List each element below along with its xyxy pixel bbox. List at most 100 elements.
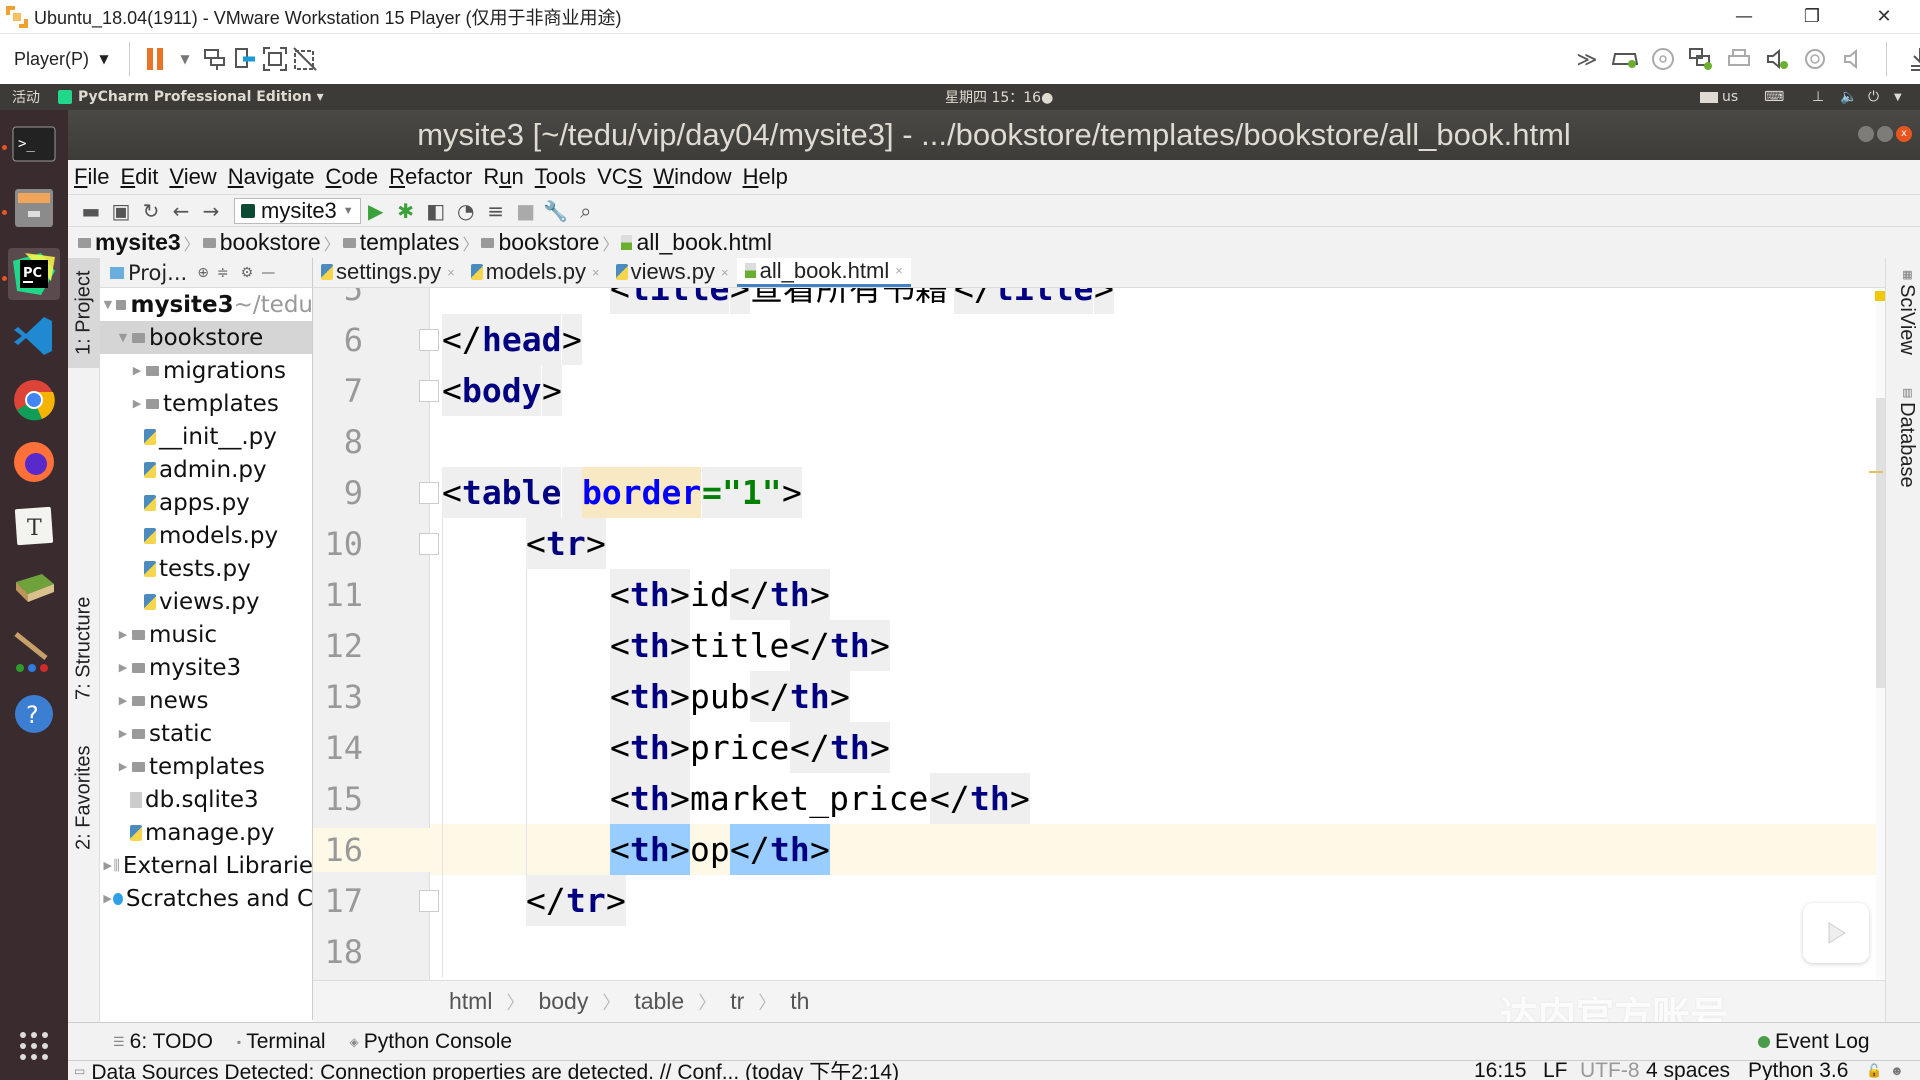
dock-text-editor[interactable]: T [8, 500, 60, 552]
tool-tab-terminal[interactable]: ▪ Terminal [237, 1030, 326, 1054]
profile-icon[interactable]: ◔ [451, 196, 481, 226]
removable-devices-icon[interactable] [230, 44, 260, 74]
tool-tab-project[interactable]: 1: Project [68, 258, 100, 368]
editor-tab[interactable]: settings.py × [313, 258, 463, 287]
lock-icon[interactable]: 🔓 [1866, 1063, 1882, 1079]
code-line[interactable]: < title > 查看所有书籍 </title > [313, 288, 1885, 314]
breadcrumb-item[interactable]: mysite3 [78, 229, 181, 256]
download-icon[interactable] [1905, 44, 1920, 74]
volume-icon[interactable]: 🔈 [1840, 89, 1857, 105]
editor-breadcrumb-item[interactable]: tr [730, 988, 744, 1015]
editor-breadcrumb-item[interactable]: th [790, 988, 809, 1015]
editor-tab[interactable]: views.py × [608, 258, 737, 287]
minimize-button[interactable]: — [1716, 0, 1772, 33]
open-icon[interactable]: ▬ [76, 196, 106, 226]
run-configuration-select[interactable]: mysite3 ▼ [234, 197, 361, 224]
activities-button[interactable]: 活动 [12, 87, 40, 107]
menu-run[interactable]: Run [483, 164, 523, 190]
tree-item[interactable]: ▶ Scratches and C [100, 882, 312, 915]
code-line[interactable]: < th > id </th > [313, 569, 1885, 620]
tree-item[interactable]: ▶ ⫼ External Librarie [100, 849, 312, 882]
close-tab-icon[interactable]: × [592, 265, 600, 280]
gear-icon[interactable]: ⚙ [241, 265, 254, 281]
tree-item[interactable]: admin.py [100, 453, 312, 486]
status-toggle-icon[interactable]: ▭ [74, 1064, 85, 1078]
collapsed-arrow-icon[interactable]: ▶ [102, 892, 113, 905]
fold-marker-icon[interactable] [419, 890, 439, 912]
scrollbar-thumb[interactable] [1876, 398, 1885, 688]
camera-icon[interactable] [1800, 44, 1830, 74]
code-line[interactable]: < th > price </th > [313, 722, 1885, 773]
forward-icon[interactable]: → [196, 196, 226, 226]
dock-chrome[interactable] [8, 374, 60, 426]
window-maximize-button[interactable] [1877, 126, 1893, 142]
dock-firefox[interactable] [8, 436, 60, 488]
settings-wrench-icon[interactable]: 🔧 [541, 196, 571, 226]
code-line[interactable]: </head > [313, 314, 1885, 365]
tree-item[interactable]: tests.py [100, 552, 312, 585]
caret-position[interactable]: 16:15 [1474, 1061, 1527, 1080]
player-dropdown-icon[interactable]: ▼ [89, 44, 119, 74]
tree-item[interactable]: ▶ static [100, 717, 312, 750]
close-tab-icon[interactable]: × [447, 265, 455, 280]
menu-help[interactable]: Help [743, 164, 788, 190]
sound-card-icon[interactable] [1762, 44, 1792, 74]
indent-setting[interactable]: 4 spaces [1646, 1061, 1730, 1080]
expanded-arrow-icon[interactable]: ▼ [102, 298, 114, 311]
dock-paint[interactable] [8, 626, 60, 678]
collapsed-arrow-icon[interactable]: ▶ [130, 397, 144, 410]
editor-breadcrumb-item[interactable]: html [449, 988, 492, 1015]
error-stripe-marker[interactable] [1869, 471, 1883, 473]
save-icon[interactable]: ▣ [106, 196, 136, 226]
fullscreen-icon[interactable] [260, 44, 290, 74]
onscreen-keyboard-icon[interactable]: ⌨ [1764, 89, 1784, 105]
collapsed-arrow-icon[interactable]: ▶ [116, 727, 130, 740]
tool-tab-favorites[interactable]: 2: Favorites [68, 728, 100, 868]
code-line[interactable]: < th > pub </th > [313, 671, 1885, 722]
window-close-button[interactable]: x [1896, 126, 1912, 142]
menu-edit[interactable]: Edit [120, 164, 158, 190]
pause-icon[interactable] [140, 44, 170, 74]
code-editor[interactable]: < title > 查看所有书籍 </title > </head > < body > < table… [313, 288, 1885, 980]
send-ctrl-alt-del-icon[interactable] [200, 44, 230, 74]
dock-books[interactable] [8, 562, 60, 614]
collapsed-arrow-icon[interactable]: ▶ [116, 661, 130, 674]
code-line[interactable]: < th > op </th > [313, 824, 1885, 875]
event-log-button[interactable]: Event Log [1758, 1030, 1870, 1054]
menu-window[interactable]: Window [653, 164, 731, 190]
inspector-icon[interactable]: ☻ [1890, 1063, 1904, 1078]
tree-item[interactable]: ▶ news [100, 684, 312, 717]
code-line[interactable]: < table border = "1" > [313, 467, 1885, 518]
stop-icon[interactable]: ■ [511, 196, 541, 226]
network-icon[interactable]: ⊥ [1812, 89, 1824, 105]
project-view-selector[interactable]: Proj... [128, 261, 187, 285]
app-menu[interactable]: PyCharm Professional Edition ▾ [78, 89, 324, 105]
collapse-all-icon[interactable]: ≑ [217, 265, 229, 281]
pause-dropdown-icon[interactable]: ▼ [170, 44, 200, 74]
inspection-status-icon[interactable] [1875, 291, 1885, 301]
expanded-arrow-icon[interactable]: ▼ [116, 331, 130, 344]
debug-icon[interactable]: ✱ [391, 196, 421, 226]
python-interpreter[interactable]: Python 3.6 [1748, 1061, 1848, 1080]
close-tab-icon[interactable]: × [721, 265, 729, 280]
fold-marker-icon[interactable] [419, 482, 439, 504]
breadcrumb-item[interactable]: all_book.html [621, 229, 772, 256]
tree-item[interactable]: ▶ music [100, 618, 312, 651]
tree-item[interactable]: ▼ bookstore [100, 321, 312, 354]
code-line[interactable] [313, 926, 1885, 977]
concurrency-icon[interactable]: ≡ [481, 196, 511, 226]
code-line[interactable]: < body > [313, 365, 1885, 416]
restore-button[interactable]: ❐ [1784, 0, 1840, 33]
power-icon[interactable]: ⏻ [1868, 89, 1879, 105]
printer-icon[interactable] [1724, 44, 1754, 74]
editor-breadcrumb-item[interactable]: table [634, 988, 684, 1015]
search-everywhere-icon[interactable]: ⌕ [571, 196, 601, 226]
show-applications-button[interactable] [8, 1020, 60, 1072]
menu-file[interactable]: File [74, 164, 109, 190]
breadcrumb-item[interactable]: bookstore [202, 229, 321, 256]
code-line[interactable]: < th > title </th > [313, 620, 1885, 671]
network-adapter-icon[interactable] [1686, 44, 1716, 74]
status-message[interactable]: Data Sources Detected: Connection proper… [91, 1061, 899, 1080]
tree-item[interactable]: models.py [100, 519, 312, 552]
fold-marker-icon[interactable] [419, 533, 439, 555]
